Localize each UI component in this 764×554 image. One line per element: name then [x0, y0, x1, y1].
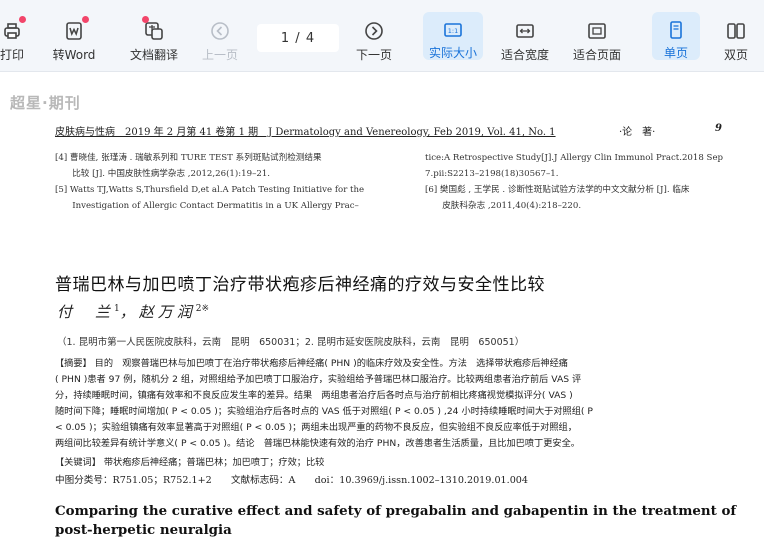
print-icon [1, 20, 23, 42]
abstract-line: 【摘要】 目的 观察普瑞巴林与加巴喷丁在治疗带状疱疹后神经痛( PHN )的临床… [55, 358, 568, 369]
chevron-right-circle-icon [363, 20, 385, 42]
keywords: 【关键词】 带状疱疹后神经痛；普瑞巴林；加巴喷丁；疗效；比较 [55, 457, 325, 468]
fit-width-label: 适合宽度 [500, 48, 549, 62]
author-affiliation-mark: 2※ [195, 304, 210, 314]
chevron-left-circle-icon [209, 20, 231, 42]
translate-document-button[interactable]: 文档翻译 [124, 10, 184, 64]
running-head: 皮肤病与性病 2019 年 2 月第 41 卷第 1 期 J Dermatolo… [55, 123, 725, 138]
fit-page-icon [586, 20, 608, 42]
reference-line: [5] Watts TJ,Watts S,Thursfield D,et al.… [55, 185, 365, 195]
next-page-button[interactable]: 下一页 [351, 10, 397, 64]
abstract-line: 分，持续睡眠时间，镇痛有效率和不良反应发生率的差异。结果 两组患者治疗后各时点与… [55, 390, 573, 401]
fit-page-label: 适合页面 [572, 48, 621, 62]
abstract-line: < 0.05 )；实验组镇痛有效率显著高于对照组( P < 0.05 )；两组未… [55, 422, 577, 433]
page-number: 9 [715, 123, 722, 134]
single-page-button[interactable]: 单页 [652, 12, 700, 60]
reference-line: 7.pii:S2213–2198(18)30567–1. [425, 169, 559, 179]
fit-page-button[interactable]: 适合页面 [569, 10, 625, 64]
print-label: 打印 [0, 48, 24, 62]
reference-line: [4] 曹晓佳, 张瑾涛 . 瑞敏系列和 TURE TEST 系列斑贴试剂检测结… [55, 153, 322, 163]
reference-line: Investigation of Allergic Contact Dermat… [55, 201, 359, 211]
previous-page-label: 上一页 [201, 48, 238, 62]
publisher-watermark: 超星·期刊 [10, 94, 81, 112]
reference-line: tice:A Retrospective Study[J].J Allergy … [425, 153, 724, 163]
convert-word-button[interactable]: 转Word [46, 10, 102, 64]
next-page-label: 下一页 [355, 48, 392, 62]
article-title: 普瑞巴林与加巴喷丁治疗带状疱疹后神经痛的疗效与安全性比较 [55, 275, 545, 295]
author-separator: ， [119, 303, 139, 321]
abstract: 【摘要】 目的 观察普瑞巴林与加巴喷丁在治疗带状疱疹后神经痛( PHN )的临床… [55, 356, 735, 452]
author-name: 赵万润 [138, 303, 196, 321]
reference-line: [6] 樊国彪 , 王学民 . 诊断性斑贴试验方法学的中文文献分析 [J]. 临… [425, 185, 690, 195]
classification-line: 中图分类号：R751.05；R752.1+2 文献标志码：A doi：10.39… [55, 475, 529, 486]
translate-new-badge [142, 16, 149, 23]
abstract-line: ( PHN )患者 97 例，随机分 2 组，对照组给予加巴喷丁口服治疗，实验组… [55, 374, 582, 385]
translate-icon [143, 20, 165, 42]
translate-document-label: 文档翻译 [129, 48, 178, 62]
page-indicator-text: 1 / 4 [280, 30, 316, 46]
author-name: 付 兰 [57, 303, 115, 321]
reference-line: 比较 [J]. 中国皮肤性病学杂志 ,2012,26(1):19–21. [55, 169, 271, 179]
convert-word-label: 转Word [52, 48, 96, 62]
fit-width-icon [514, 20, 536, 42]
actual-size-button[interactable]: 1:1 实际大小 [423, 12, 483, 60]
svg-text:1:1: 1:1 [448, 27, 458, 35]
word-new-badge [82, 16, 89, 23]
journal-citation: 皮肤病与性病 2019 年 2 月第 41 卷第 1 期 J Dermatolo… [55, 127, 556, 138]
fit-width-button[interactable]: 适合宽度 [497, 10, 553, 64]
single-page-icon [665, 20, 687, 40]
previous-page-button[interactable]: 上一页 [196, 10, 244, 64]
print-new-badge [19, 16, 26, 23]
actual-size-label: 实际大小 [428, 46, 477, 60]
single-page-label: 单页 [663, 46, 688, 60]
actual-size-icon: 1:1 [442, 20, 464, 40]
references-right-column: tice:A Retrospective Study[J].J Allergy … [425, 150, 723, 214]
section-label: ·论 著· [619, 127, 656, 138]
page-number-input[interactable]: 1 / 4 [257, 24, 339, 52]
author-affiliations: （1. 昆明市第一人民医院皮肤科，云南 昆明 650031；2. 昆明市延安医院… [57, 337, 525, 348]
abstract-line: 两组间比较差异有统计学意义( P < 0.05 )。结论 普瑞巴林能快速有效的治… [55, 438, 580, 449]
english-title: Comparing the curative effect and safety… [55, 503, 737, 538]
article-authors: 付 兰1，赵万润2※ [57, 301, 209, 322]
double-page-button[interactable]: 双页 [716, 10, 756, 64]
viewer-toolbar: 打印 转Word 文档翻译 上一页 1 / 4 下一页 1:1 实际大小 适合宽… [0, 0, 764, 72]
document-page: 超星·期刊 皮肤病与性病 2019 年 2 月第 41 卷第 1 期 J Der… [0, 72, 764, 554]
double-page-icon [725, 20, 747, 42]
double-page-label: 双页 [723, 48, 748, 62]
abstract-line: 随时间下降；睡眠时间增加( P < 0.05 )；实验组治疗后各时点的 VAS … [55, 406, 593, 417]
word-doc-icon [63, 20, 85, 42]
reference-line: 皮肤科杂志 ,2011,40(4):218–220. [425, 201, 582, 211]
references-left-column: [4] 曹晓佳, 张瑾涛 . 瑞敏系列和 TURE TEST 系列斑贴试剂检测结… [55, 150, 364, 214]
